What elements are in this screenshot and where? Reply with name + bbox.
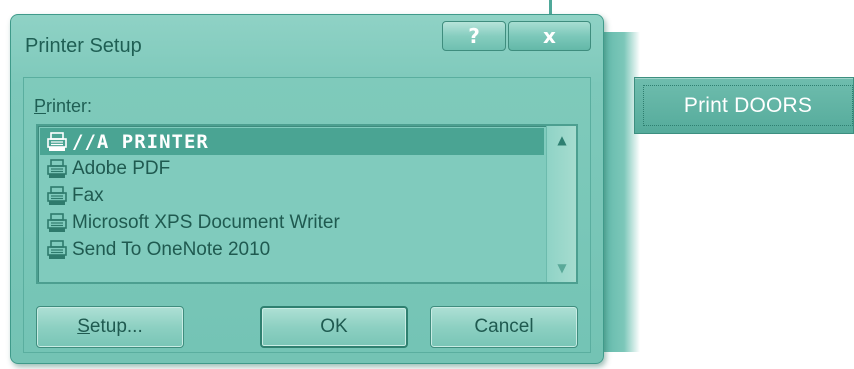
printer-name: Adobe PDF bbox=[72, 157, 171, 179]
screen: Print DOORS Printer Setup ? x Printer: /… bbox=[0, 0, 854, 369]
setup-accesskey: S bbox=[77, 316, 90, 337]
print-doors-button[interactable]: Print DOORS bbox=[634, 77, 854, 134]
vertical-scrollbar[interactable]: ▲ ▼ bbox=[546, 126, 576, 282]
printer-name: Microsoft XPS Document Writer bbox=[72, 211, 340, 233]
printer-list-item[interactable]: Send To OneNote 2010 bbox=[40, 236, 544, 263]
setup-button[interactable]: Setup... bbox=[36, 306, 184, 348]
printer-name: //A PRINTER bbox=[72, 130, 209, 153]
printer-setup-dialog: Printer Setup ? x Printer: //A PRINTER Ad… bbox=[10, 14, 604, 364]
printer-list-item[interactable]: Adobe PDF bbox=[40, 155, 544, 182]
title-bar[interactable]: Printer Setup ? x bbox=[11, 15, 603, 75]
printer-label-accesskey: P bbox=[34, 96, 47, 116]
printer-icon bbox=[47, 212, 67, 232]
ok-label: OK bbox=[320, 316, 348, 337]
printer-label-text: rinter: bbox=[46, 96, 93, 116]
ok-button[interactable]: OK bbox=[260, 306, 408, 348]
printer-list-item[interactable]: Fax bbox=[40, 182, 544, 209]
setup-label: etup... bbox=[89, 316, 143, 337]
dialog-title: Printer Setup bbox=[25, 35, 142, 57]
printer-icon bbox=[47, 131, 67, 151]
printer-icon bbox=[47, 239, 67, 259]
printer-list-item[interactable]: Microsoft XPS Document Writer bbox=[40, 209, 544, 236]
printer-label: Printer: bbox=[34, 96, 92, 117]
help-button[interactable]: ? bbox=[442, 21, 506, 51]
printer-name: Fax bbox=[72, 184, 104, 206]
close-icon: x bbox=[543, 24, 556, 48]
printer-icon bbox=[47, 185, 67, 205]
scroll-up-arrow-icon[interactable]: ▲ bbox=[547, 128, 577, 152]
cancel-label: Cancel bbox=[474, 316, 534, 337]
printer-name: Send To OneNote 2010 bbox=[72, 238, 271, 260]
cancel-button[interactable]: Cancel bbox=[430, 306, 578, 348]
help-icon: ? bbox=[468, 24, 480, 48]
printer-listbox[interactable]: //A PRINTER Adobe PDF Fax Microsoft XPS Doc… bbox=[36, 124, 578, 284]
dialog-client-area: Printer: //A PRINTER Adobe PDF Fax Microsof… bbox=[23, 77, 591, 353]
printer-list: //A PRINTER Adobe PDF Fax Microsoft XPS Doc… bbox=[40, 128, 544, 263]
printer-icon bbox=[47, 158, 67, 178]
printer-list-item[interactable]: //A PRINTER bbox=[40, 128, 544, 155]
close-button[interactable]: x bbox=[508, 21, 591, 51]
scroll-down-arrow-icon[interactable]: ▼ bbox=[547, 256, 577, 280]
print-doors-label: Print DOORS bbox=[643, 85, 853, 126]
